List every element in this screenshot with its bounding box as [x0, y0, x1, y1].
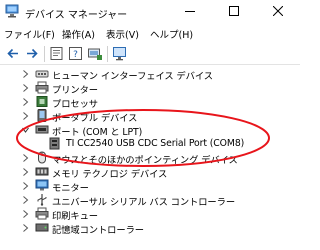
- tree-item-storage-controllers[interactable]: 記憶域コントローラー: [0, 221, 300, 236]
- help-button[interactable]: ?: [68, 46, 84, 61]
- scan-hardware-button[interactable]: [112, 46, 128, 61]
- tree-item-label: ユニバーサル シリアル バス コントローラー: [52, 197, 236, 208]
- tree-item-processor[interactable]: プロセッサ: [0, 95, 300, 110]
- tree-item-label: ポータブル デバイス: [52, 113, 138, 124]
- properties-icon: [50, 47, 63, 60]
- processor-icon: [36, 96, 48, 107]
- chevron-right-icon[interactable]: [22, 196, 29, 204]
- tree-item-monitor[interactable]: モニター: [0, 179, 300, 194]
- tree-item-memory-technology[interactable]: メモリ テクノロジ デバイス: [0, 165, 300, 180]
- tree-item-label: メモリ テクノロジ デバイス: [52, 169, 168, 180]
- printer-icon: [35, 81, 49, 94]
- tree-item-print-queue[interactable]: 印刷キュー: [0, 207, 300, 222]
- back-button[interactable]: [5, 46, 21, 61]
- chevron-right-icon[interactable]: [22, 168, 29, 176]
- toolbar-separator: [107, 46, 108, 62]
- chevron-right-icon[interactable]: [22, 210, 29, 218]
- monitor-icon: [113, 47, 126, 61]
- chevron-right-icon[interactable]: [22, 70, 29, 78]
- tree-item-label: マウスとそのほかのポインティング デバイス: [52, 155, 238, 166]
- mouse-icon: [38, 151, 46, 164]
- tree-item-mouse[interactable]: マウスとそのほかのポインティング デバイス: [0, 151, 300, 166]
- tree-item-label: 記憶域コントローラー: [52, 225, 144, 236]
- chevron-right-icon[interactable]: [22, 84, 29, 92]
- window-title: デバイス マネージャー: [25, 10, 128, 21]
- tree-item-printer[interactable]: プリンター: [0, 81, 300, 96]
- forward-arrow-icon: [27, 48, 38, 59]
- tree-item-label: ポート (COM と LPT): [52, 127, 143, 138]
- tree-item-label: プリンター: [52, 85, 98, 96]
- help-icon: ?: [69, 47, 82, 60]
- print-queue-icon: [35, 207, 49, 220]
- memory-icon: [35, 167, 49, 176]
- hid-icon: [35, 70, 49, 78]
- tree-item-label: ヒューマン インターフェイス デバイス: [52, 71, 213, 82]
- chevron-right-icon[interactable]: [22, 98, 29, 106]
- tree-item-portable-devices[interactable]: ポータブル デバイス: [0, 109, 300, 124]
- port-icon: [49, 137, 60, 150]
- driver-icon: [88, 48, 102, 60]
- port-icon: [35, 125, 49, 134]
- chevron-right-icon[interactable]: [22, 182, 29, 190]
- svg-text:?: ?: [73, 50, 78, 60]
- chevron-right-icon[interactable]: [22, 112, 29, 120]
- back-arrow-icon: [7, 48, 18, 59]
- close-button[interactable]: [256, 0, 300, 22]
- tree-item-label: TI CC2540 USB CDC Serial Port (COM8): [66, 138, 245, 149]
- close-icon: [273, 6, 283, 16]
- driver-button[interactable]: [87, 46, 103, 61]
- chevron-down-icon[interactable]: [22, 126, 29, 134]
- title-bar: デバイス マネージャー: [0, 0, 300, 24]
- minimize-icon: [185, 11, 195, 12]
- tree-item-ti-cc2540-serial-port[interactable]: TI CC2540 USB CDC Serial Port (COM8): [0, 137, 300, 151]
- usb-icon: [37, 194, 47, 206]
- device-tree: ヒューマン インターフェイス デバイス プリンター プロセッサ ポータブル デバ…: [0, 65, 300, 250]
- monitor-icon: [35, 179, 49, 191]
- portable-device-icon: [37, 109, 47, 122]
- forward-button[interactable]: [24, 46, 40, 61]
- menu-view[interactable]: 表示(V): [106, 27, 139, 41]
- minimize-button[interactable]: [168, 0, 212, 22]
- menu-help[interactable]: ヘルプ(H): [150, 27, 193, 41]
- storage-controller-icon: [35, 223, 49, 232]
- tree-item-label: 印刷キュー: [52, 211, 98, 222]
- maximize-icon: [229, 6, 239, 16]
- menu-action[interactable]: 操作(A): [62, 27, 95, 41]
- tree-item-label: プロセッサ: [52, 99, 98, 110]
- maximize-button[interactable]: [212, 0, 256, 22]
- chevron-right-icon[interactable]: [22, 154, 29, 162]
- device-manager-icon: [5, 4, 19, 18]
- chevron-right-icon[interactable]: [22, 224, 29, 232]
- tree-item-usb-controllers[interactable]: ユニバーサル シリアル バス コントローラー: [0, 193, 300, 208]
- properties-button[interactable]: [49, 46, 65, 61]
- tree-item-hid[interactable]: ヒューマン インターフェイス デバイス: [0, 67, 300, 82]
- toolbar-separator: [44, 46, 45, 62]
- toolbar: ?: [0, 43, 300, 65]
- tree-item-ports[interactable]: ポート (COM と LPT): [0, 123, 300, 138]
- menu-bar: ファイル(F) 操作(A) 表示(V) ヘルプ(H): [0, 24, 300, 43]
- tree-item-label: モニター: [52, 183, 89, 194]
- menu-file[interactable]: ファイル(F): [4, 27, 55, 41]
